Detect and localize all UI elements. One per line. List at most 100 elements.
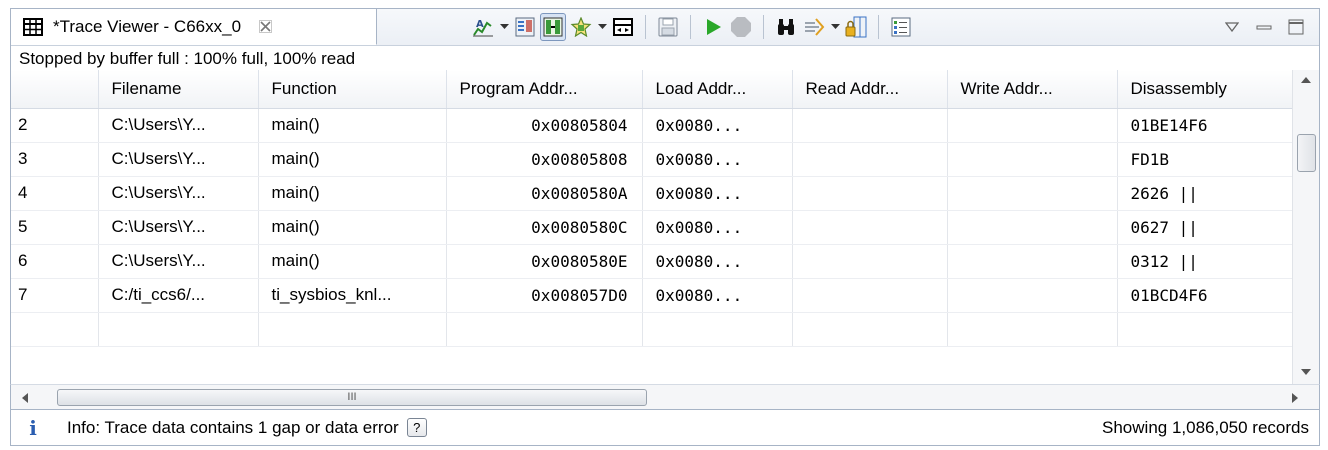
properties-icon[interactable]	[888, 13, 914, 41]
svg-text:A: A	[476, 19, 484, 30]
columns-settings-icon[interactable]	[512, 13, 538, 41]
load-address-cell: 0x0080...	[642, 176, 793, 211]
filename-cell	[98, 312, 259, 347]
horizontal-scroll-thumb[interactable]: III	[57, 389, 647, 406]
scroll-left-icon[interactable]	[21, 392, 29, 404]
read-address-cell	[792, 142, 948, 177]
filename-cell: C:\Users\Y...	[98, 210, 259, 245]
vertical-scroll-thumb[interactable]	[1297, 134, 1316, 172]
records-count: Showing 1,086,050 records	[1102, 417, 1309, 437]
horizontal-scrollbar[interactable]: III	[10, 384, 1320, 410]
disassembly-cell	[1117, 312, 1293, 347]
row-index	[11, 312, 99, 347]
disassembly-cell: 0627 ||	[1117, 210, 1293, 245]
program-address-cell: 0x0080580E	[446, 244, 643, 279]
view-menu-icon[interactable]	[1223, 18, 1241, 36]
row-index: 5	[11, 210, 99, 245]
run-icon[interactable]	[700, 13, 726, 41]
column-header-program-address[interactable]: Program Addr...	[446, 70, 643, 109]
function-cell: ti_sysbios_knl...	[258, 278, 447, 313]
toolbar-separator	[763, 15, 764, 39]
filename-cell: C:/ti_ccs6/...	[98, 278, 259, 313]
write-address-cell	[947, 312, 1118, 347]
dropdown-arrow-icon[interactable]	[595, 13, 609, 41]
disassembly-cell: 2626 ||	[1117, 176, 1293, 211]
header-row: Filename Function Program Addr... Load A…	[11, 70, 1293, 109]
vertical-scrollbar[interactable]	[1292, 70, 1319, 384]
synchronize-icon[interactable]	[610, 13, 636, 41]
view-header: *Trace Viewer - C66xx_0 A Stopped by buf…	[10, 8, 1320, 71]
search-icon[interactable]	[801, 13, 827, 41]
window-controls	[1223, 13, 1305, 41]
status-bar: i Info: Trace data contains 1 gap or dat…	[10, 410, 1320, 446]
program-address-cell: 0x00805808	[446, 142, 643, 177]
row-index: 4	[11, 176, 99, 211]
table-row[interactable]: 4 C:\Users\Y... main() 0x0080580A 0x0080…	[11, 176, 1293, 211]
minimize-icon[interactable]	[1255, 18, 1273, 36]
find-icon[interactable]	[773, 13, 799, 41]
maximize-icon[interactable]	[1287, 18, 1305, 36]
read-address-cell	[792, 278, 948, 313]
view-tab[interactable]: *Trace Viewer - C66xx_0	[11, 9, 377, 45]
toolbar: A	[469, 11, 915, 43]
table-row[interactable]: 6 C:\Users\Y... main() 0x0080580E 0x0080…	[11, 244, 1293, 279]
function-cell: main()	[258, 244, 447, 279]
trace-status: Stopped by buffer full : 100% full, 100%…	[11, 45, 1319, 71]
program-address-cell: 0x0080580C	[446, 210, 643, 245]
column-header-load-address[interactable]: Load Addr...	[642, 70, 793, 109]
info-message: Info: Trace data contains 1 gap or data …	[67, 417, 399, 437]
column-header-read-address[interactable]: Read Addr...	[792, 70, 948, 109]
analysis-icon[interactable]: A	[470, 13, 496, 41]
scroll-up-icon[interactable]	[1300, 76, 1312, 84]
write-address-cell	[947, 278, 1118, 313]
scroll-down-icon[interactable]	[1300, 368, 1312, 376]
column-header-disassembly[interactable]: Disassembly	[1117, 70, 1293, 109]
column-header-filename[interactable]: Filename	[98, 70, 259, 109]
column-header-function[interactable]: Function	[258, 70, 447, 109]
load-address-cell: 0x0080...	[642, 142, 793, 177]
table-row[interactable]: 3 C:\Users\Y... main() 0x00805808 0x0080…	[11, 142, 1293, 177]
group-icon[interactable]	[540, 13, 566, 41]
disassembly-cell: 0312 ||	[1117, 244, 1293, 279]
dropdown-arrow-icon[interactable]	[828, 13, 842, 41]
row-index: 6	[11, 244, 99, 279]
load-address-cell: 0x0080...	[642, 108, 793, 143]
function-cell: main()	[258, 210, 447, 245]
toolbar-separator	[645, 15, 646, 39]
toolbar-separator	[878, 15, 879, 39]
load-address-cell	[642, 312, 793, 347]
write-address-cell	[947, 176, 1118, 211]
stop-icon[interactable]	[728, 13, 754, 41]
table-row[interactable]	[11, 312, 1293, 347]
dropdown-arrow-icon[interactable]	[497, 13, 511, 41]
tab-title: *Trace Viewer - C66xx_0	[53, 16, 242, 36]
function-cell: main()	[258, 176, 447, 211]
function-cell: main()	[258, 142, 447, 177]
program-address-cell: 0x00805804	[446, 108, 643, 143]
read-address-cell	[792, 108, 948, 143]
table-row[interactable]: 5 C:\Users\Y... main() 0x0080580C 0x0080…	[11, 210, 1293, 245]
table-row[interactable]: 2 C:\Users\Y... main() 0x00805804 0x0080…	[11, 108, 1293, 143]
help-button[interactable]: ?	[406, 418, 427, 437]
filename-cell: C:\Users\Y...	[98, 176, 259, 211]
row-index: 3	[11, 142, 99, 177]
read-address-cell	[792, 312, 948, 347]
filter-icon[interactable]	[568, 13, 594, 41]
load-address-cell: 0x0080...	[642, 278, 793, 313]
scroll-right-icon[interactable]	[1291, 392, 1299, 404]
program-address-cell: 0x0080580A	[446, 176, 643, 211]
row-index: 7	[11, 278, 99, 313]
table-icon	[23, 17, 43, 36]
program-address-cell: 0x008057D0	[446, 278, 643, 313]
column-header-index[interactable]	[11, 70, 99, 109]
write-address-cell	[947, 108, 1118, 143]
close-tab-icon[interactable]	[257, 19, 273, 35]
column-header-write-address[interactable]: Write Addr...	[947, 70, 1118, 109]
write-address-cell	[947, 142, 1118, 177]
save-icon[interactable]	[655, 13, 681, 41]
function-cell	[258, 312, 447, 347]
table-row[interactable]: 7 C:/ti_ccs6/... ti_sysbios_knl... 0x008…	[11, 278, 1293, 313]
lock-icon[interactable]	[843, 13, 869, 41]
row-index: 2	[11, 108, 99, 143]
read-address-cell	[792, 244, 948, 279]
